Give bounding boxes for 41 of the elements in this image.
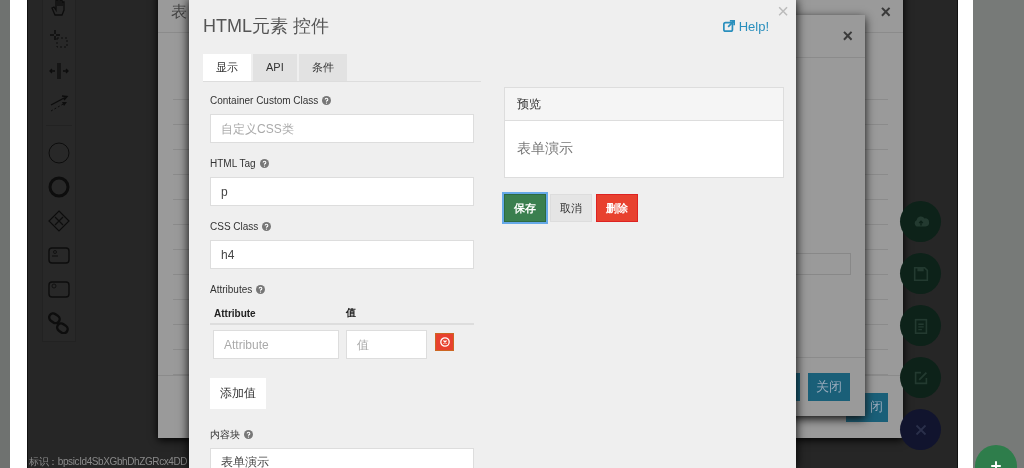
clipboard-button[interactable] (900, 305, 941, 346)
remove-button[interactable] (435, 332, 454, 351)
tab[interactable]: 条件 (298, 54, 347, 81)
field-label: Container Custom Class (210, 95, 319, 106)
upload-button[interactable] (900, 201, 941, 242)
save-button[interactable] (900, 253, 941, 294)
dialog-title: 表 (171, 1, 187, 22)
text-field[interactable]: h4 (210, 240, 474, 269)
action-button[interactable]: 保存 (504, 194, 546, 222)
help-icon[interactable] (322, 96, 332, 105)
field-label: 内容块 (210, 427, 240, 442)
edit-button[interactable] (900, 357, 941, 398)
external-link-icon (722, 20, 735, 32)
preview-text: 表单演示 (517, 140, 573, 158)
help-icon[interactable] (259, 159, 269, 168)
add-value-button[interactable]: 添加值 (210, 378, 266, 409)
help-icon[interactable] (262, 222, 272, 231)
tab[interactable]: 显示 (203, 54, 251, 81)
action-button[interactable]: 取消 (550, 194, 592, 222)
text-field[interactable]: 表单演示 (210, 448, 474, 468)
field-label: HTML Tag (210, 158, 256, 169)
panel-title: 预览 (517, 95, 541, 113)
close-button[interactable]: × (842, 25, 853, 47)
close-button[interactable]: × (880, 1, 891, 23)
action-button[interactable]: 删除 (596, 194, 638, 222)
text-field[interactable]: p (210, 177, 474, 206)
field-label: CSS Class (210, 221, 259, 232)
save-icon (911, 264, 930, 283)
dialog-title: HTML元素 控件 (203, 15, 329, 38)
attribute-field[interactable]: Attribute (213, 330, 339, 359)
close-button[interactable] (900, 409, 941, 450)
column-header: 值 (346, 306, 356, 320)
help-icon[interactable] (256, 285, 266, 294)
help-icon[interactable] (244, 430, 253, 439)
remove-icon (439, 336, 450, 347)
value-field[interactable]: 值 (346, 330, 427, 359)
text-field[interactable]: 自定义CSS类 (210, 114, 474, 143)
identifier-text: 标识：bpsicId4SbXGbhDhZGRcx4DD (29, 455, 188, 468)
tab[interactable]: API (253, 54, 297, 81)
field-label: Attributes (210, 284, 253, 295)
column-header: Attribute (214, 307, 257, 319)
